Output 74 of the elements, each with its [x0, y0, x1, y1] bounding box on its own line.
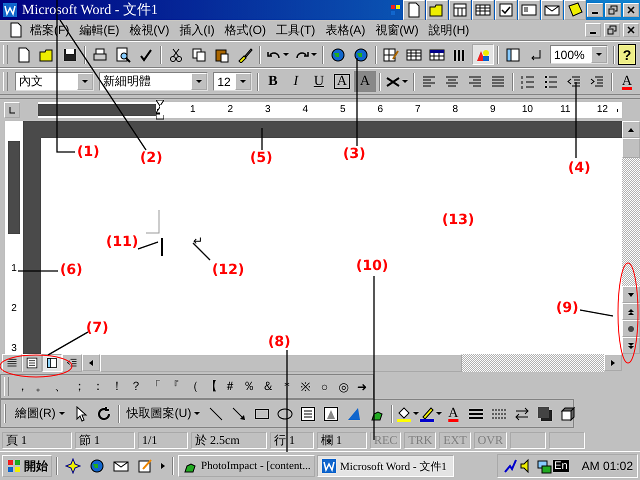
status-page: 頁 1 [2, 432, 72, 449]
ruler-number: 10 [498, 105, 535, 115]
ruler-number: 11 [535, 105, 572, 115]
ruler-number: 3 [235, 105, 272, 115]
font-size-dropdown[interactable]: 12 [213, 72, 252, 91]
taskbar-button[interactable]: Microsoft Word - 文件1 [317, 455, 454, 477]
annotation-label: (10) [356, 258, 388, 274]
symbol-button[interactable]: 、 [52, 376, 70, 396]
bold-button[interactable]: B [262, 71, 284, 92]
annotation-label: (1) [77, 144, 100, 160]
symbol-button[interactable]: ， [14, 376, 32, 396]
annotation-label: (2) [140, 150, 163, 166]
autoshapes-menu-button[interactable]: 快取圖案(U) [122, 403, 204, 424]
status-section: 節 1 [75, 432, 135, 449]
ruler-number: 1 [160, 105, 198, 115]
annotation-label: (12) [212, 262, 244, 278]
symbol-button[interactable]: ※ [296, 376, 315, 396]
window-title: Microsoft Word - 文件1 [22, 1, 158, 19]
paragraph-mark: ↵ [193, 234, 203, 248]
clock: AM 01:02 [582, 459, 633, 473]
symbol-button[interactable]: 「 [146, 376, 164, 396]
italic-button[interactable]: I [284, 71, 307, 92]
menu-item[interactable]: 表格(A) [321, 22, 370, 38]
ruler-number: 1 [11, 264, 17, 274]
menu-item[interactable]: 檢視(V) [125, 22, 174, 38]
annotation-label: (5) [250, 150, 273, 166]
draw-menu-button[interactable]: 繪圖(R) [11, 403, 69, 424]
start-button[interactable]: 開始 [2, 455, 52, 477]
symbol-button[interactable]: （ [184, 376, 202, 396]
annotation-label: (7) [86, 320, 109, 336]
menu-item[interactable]: 視窗(W) [371, 22, 423, 38]
symbol-button[interactable]: ： [89, 376, 108, 396]
symbol-button[interactable]: ； [70, 376, 88, 396]
taskbar-button[interactable]: PhotoImpact - [content... [178, 455, 315, 477]
menu-item[interactable]: 說明(H) [424, 22, 474, 38]
symbol-button[interactable]: ＃ [221, 376, 240, 396]
status-column: 欄 1 [317, 432, 367, 449]
annotation-label: (6) [60, 262, 83, 278]
symbol-button[interactable]: ◎ [334, 376, 352, 396]
ruler-number: 6 [348, 105, 385, 115]
annotation-label: (8) [268, 334, 291, 350]
help-button[interactable]: ? [618, 44, 636, 65]
status-page-count: 1/1 [138, 432, 188, 449]
menu-item[interactable]: 插入(I) [175, 22, 219, 38]
symbol-button[interactable]: ○ [316, 376, 334, 396]
menu-item[interactable]: 編輯(E) [75, 22, 124, 38]
status-position: 於 2.5cm [191, 432, 267, 449]
annotation-label: (9) [556, 300, 579, 316]
symbol-button[interactable]: ％ [240, 376, 258, 396]
style-dropdown[interactable]: 內文 [14, 72, 94, 91]
language-indicator[interactable]: En [553, 460, 569, 472]
annotation-label: (3) [343, 146, 366, 162]
character-border-button[interactable]: A [330, 71, 353, 92]
menu-item[interactable]: 工具(T) [272, 22, 320, 38]
symbol-button[interactable]: ？ [126, 376, 145, 396]
character-shading-button[interactable]: A [354, 71, 376, 92]
symbol-button[interactable]: ！ [108, 376, 126, 396]
annotation-label: (11) [106, 234, 138, 250]
annotation-label: (13) [442, 212, 474, 228]
font-dropdown[interactable]: 新細明體 [98, 72, 208, 91]
annotation-label: (4) [568, 160, 591, 176]
underline-button[interactable]: U [308, 71, 330, 92]
ruler-number: 7 [385, 105, 422, 115]
ruler-number: 2 [11, 304, 17, 314]
menu-item[interactable]: 格式(O) [220, 22, 270, 38]
font-color-button[interactable]: A [442, 403, 464, 424]
symbol-button[interactable]: 【 [202, 376, 220, 396]
symbol-button[interactable]: ➜ [353, 376, 372, 396]
symbol-button[interactable]: 『 [164, 376, 183, 396]
symbol-button[interactable]: ＆ [258, 376, 277, 396]
ruler-number: 3 [11, 344, 17, 354]
zoom-dropdown[interactable]: 100% [550, 45, 608, 64]
symbol-button[interactable]: 。 [32, 376, 51, 396]
font-color-button[interactable]: A [616, 71, 638, 92]
